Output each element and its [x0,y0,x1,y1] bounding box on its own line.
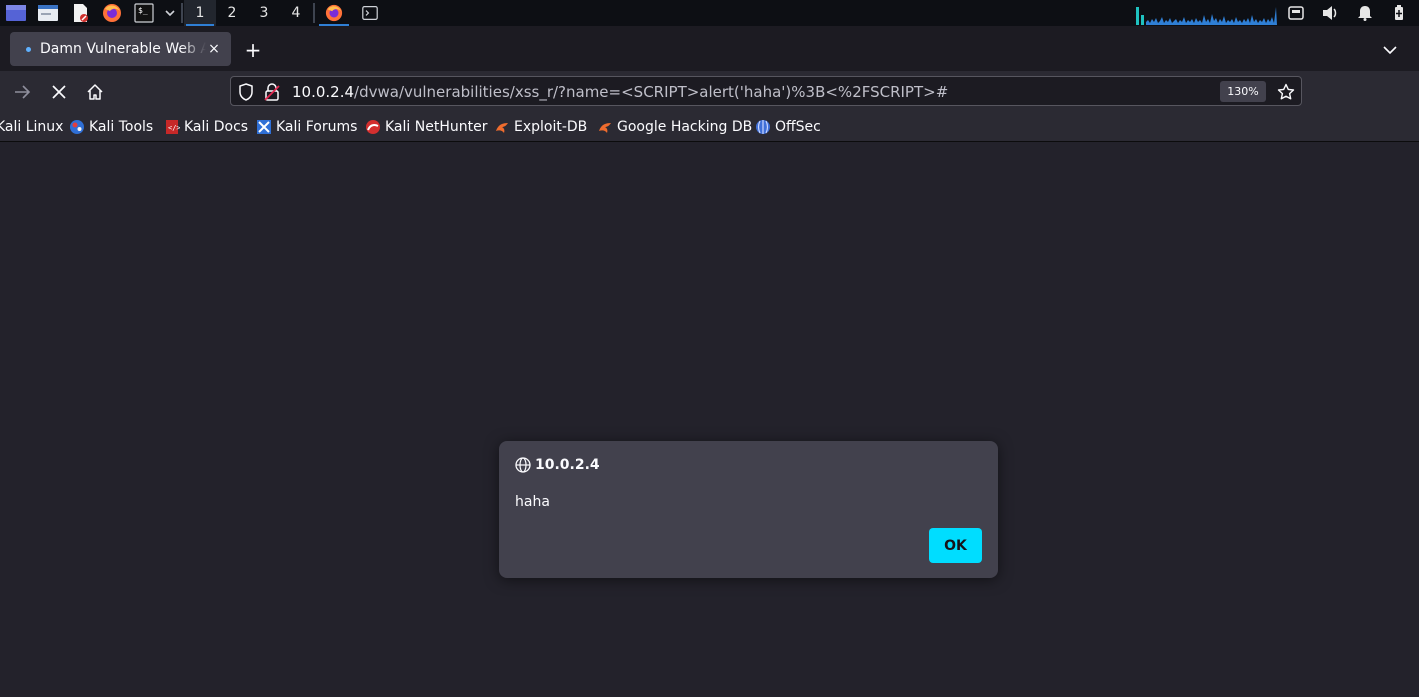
bookmarks-toolbar: Kali Linux Kali Tools </> Kali Docs Kali… [0,112,1419,142]
chevron-down-icon [1383,46,1397,55]
url-text: 10.0.2.4/dvwa/vulnerabilities/xss_r/?nam… [292,83,948,101]
panel-separator [313,3,315,23]
stop-button[interactable] [44,77,74,107]
workspace-2[interactable]: 2 [216,0,248,26]
file-manager-icon[interactable] [32,0,64,26]
bookmark-label: Google Hacking DB [617,119,753,135]
shield-icon[interactable] [235,81,257,103]
taskbar-terminal[interactable] [352,0,388,26]
home-icon [87,84,103,100]
cpu-graph [1136,7,1277,25]
taskbar-firefox[interactable] [316,0,352,26]
terminal-icon [362,6,378,20]
offsec-icon [755,119,771,135]
insecure-lock-icon[interactable] [261,81,283,103]
volume-icon[interactable] [1316,0,1344,26]
dialog-message: haha [515,494,550,510]
text-editor-icon[interactable] [64,0,96,26]
url-host: 10.0.2.4 [292,83,355,101]
network-icon[interactable] [1282,0,1310,26]
terminal-launcher-icon[interactable]: $_ [128,0,160,26]
url-path: /dvwa/vulnerabilities/xss_r/?name=<SCRIP… [354,83,949,101]
list-all-tabs-button[interactable] [1377,37,1403,63]
dialog-header: 10.0.2.4 [515,457,600,473]
kali-docs-icon: </> [164,119,180,135]
forward-button[interactable] [8,77,38,107]
bookmark-label: OffSec [775,119,821,135]
bookmark-label: Kali Forums [276,119,358,135]
bookmark-offsec[interactable]: OffSec [755,118,821,136]
dialog-origin-host: 10.0.2.4 [535,457,600,473]
page-content [0,143,1419,697]
new-tab-button[interactable]: + [240,37,266,63]
chevron-down-icon[interactable] [160,0,180,26]
desktop-panel: $_ 1 2 3 4 [0,0,1419,26]
exploit-db-icon [494,119,510,135]
tab-dvwa[interactable]: Damn Vulnerable Web App × [10,32,231,66]
bookmark-kali-docs[interactable]: </> Kali Docs [164,118,248,136]
loading-indicator-icon [26,46,31,52]
arrow-right-icon [15,85,31,99]
bookmark-label: Kali NetHunter [385,119,488,135]
kali-forums-icon [256,119,272,135]
globe-icon [515,457,531,473]
ok-button[interactable]: OK [929,528,982,563]
tab-strip: Damn Vulnerable Web App × + [0,26,1419,71]
panel-separator [181,3,183,23]
bookmark-kali-forums[interactable]: Kali Forums [256,118,357,136]
bookmark-label: Exploit-DB [514,119,588,135]
bookmark-exploit-db[interactable]: Exploit-DB [494,118,587,136]
nethunter-icon [365,119,381,135]
bookmark-label: Kali Tools [89,119,154,135]
notifications-bell-icon[interactable] [1351,0,1379,26]
workspace-1[interactable]: 1 [184,0,216,26]
close-icon [52,85,66,99]
alert-dialog: 10.0.2.4 haha OK [499,441,998,578]
bookmark-kali-nethunter[interactable]: Kali NetHunter [365,118,487,136]
tab-title: Damn Vulnerable Web App [40,41,206,57]
url-bar[interactable]: 10.0.2.4/dvwa/vulnerabilities/xss_r/?nam… [230,76,1302,106]
firefox-launcher-icon[interactable] [96,0,128,26]
ghdb-icon [597,119,613,135]
workspace-4[interactable]: 4 [280,0,312,26]
navigation-toolbar: 10.0.2.4/dvwa/vulnerabilities/xss_r/?nam… [0,71,1419,112]
svg-text:$_: $_ [138,6,148,15]
bookmark-star-icon[interactable] [1275,81,1297,103]
show-desktop-icon[interactable] [0,0,32,26]
firefox-icon [325,4,343,22]
svg-text:</>: </> [168,124,180,132]
bookmark-label: Kali Docs [184,119,249,135]
battery-icon[interactable] [1385,0,1413,26]
home-button[interactable] [80,77,110,107]
workspace-3[interactable]: 3 [248,0,280,26]
bookmark-kali-tools[interactable]: Kali Tools [69,118,153,136]
close-tab-icon[interactable]: × [205,40,223,58]
bookmark-label: Kali Linux [0,119,64,135]
bookmark-google-hacking-db[interactable]: Google Hacking DB [597,118,752,136]
kali-tools-icon [69,119,85,135]
bookmark-kali-linux[interactable]: Kali Linux [0,118,63,136]
zoom-indicator[interactable]: 130% [1220,81,1266,102]
